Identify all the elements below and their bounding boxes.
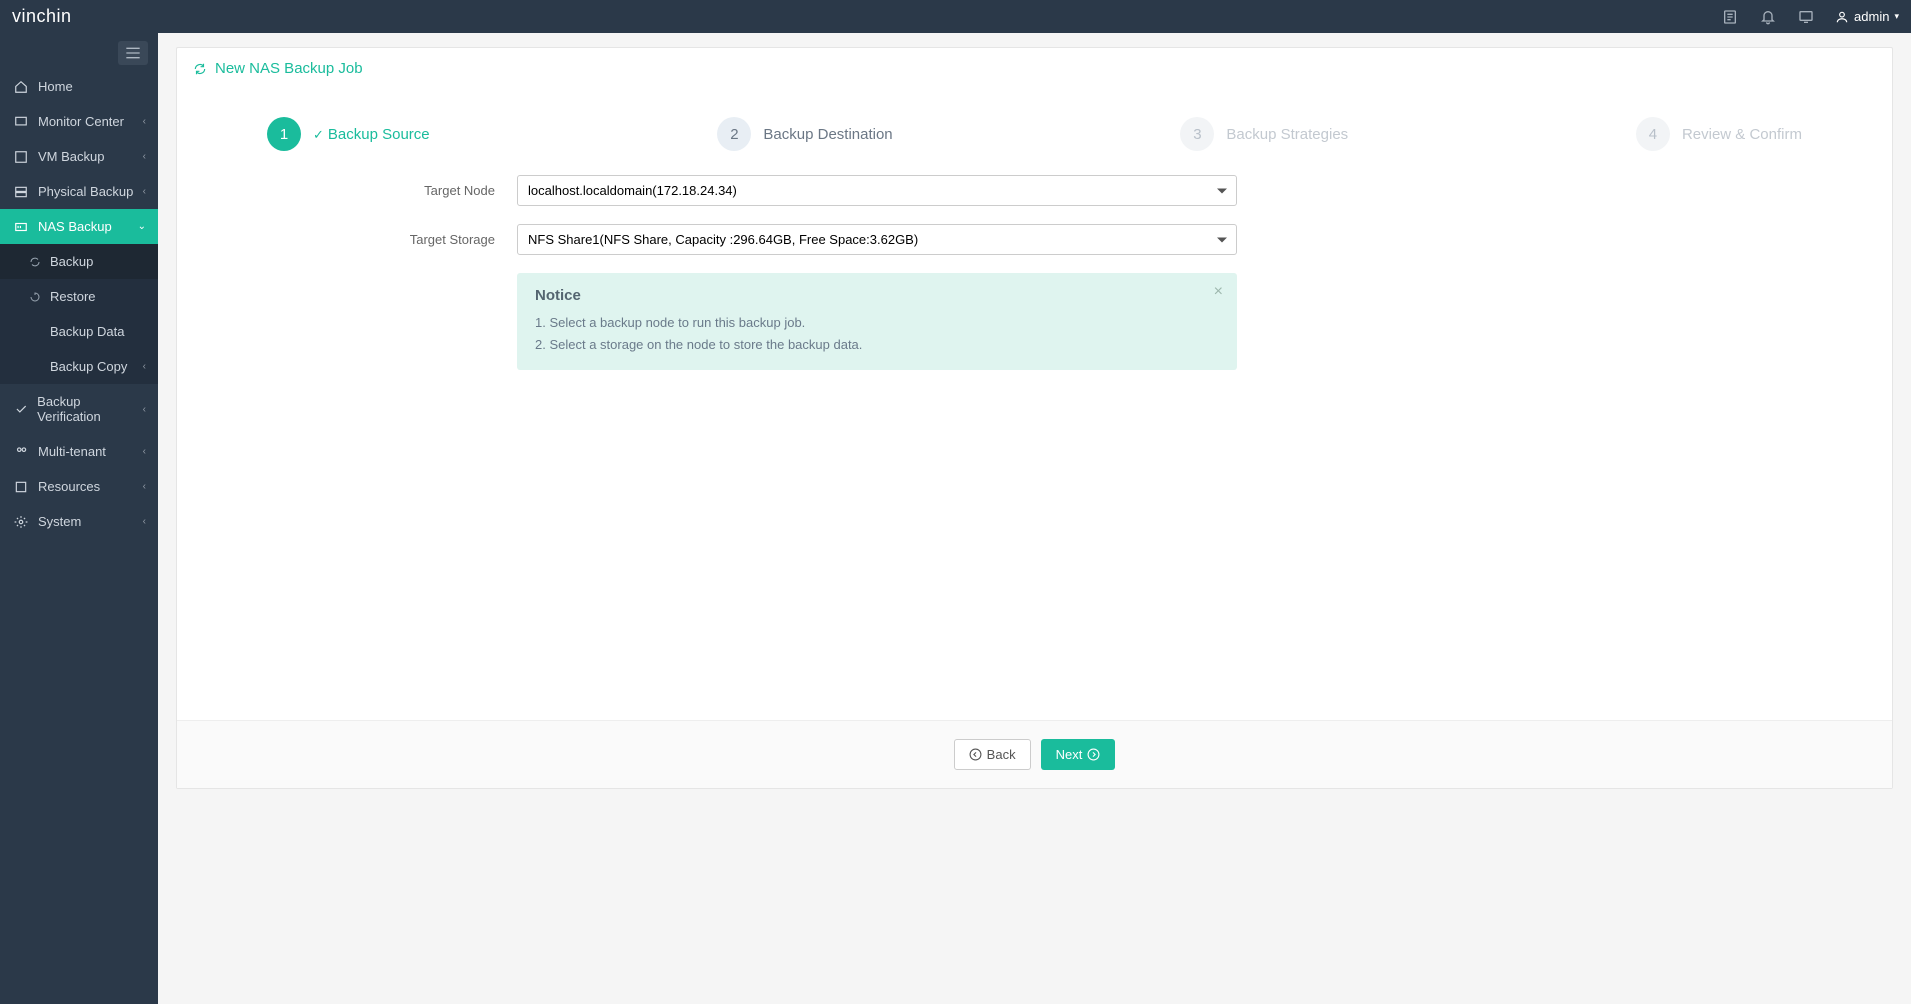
page-title: New NAS Backup Job bbox=[177, 48, 1892, 89]
sidebar-item-label: Monitor Center bbox=[38, 114, 124, 129]
sidebar-item-monitor[interactable]: Monitor Center ‹ bbox=[0, 104, 158, 139]
chevron-left-icon: ‹ bbox=[143, 446, 146, 457]
admin-label: admin bbox=[1854, 9, 1889, 24]
arrow-left-icon bbox=[969, 748, 982, 761]
sidebar-item-label: System bbox=[38, 514, 81, 529]
notice-line: 1. Select a backup node to run this back… bbox=[535, 312, 1219, 334]
target-storage-row: Target Storage NFS Share1(NFS Share, Cap… bbox=[257, 224, 1812, 255]
sidebar-item-label: Backup Verification bbox=[37, 394, 142, 424]
chevron-left-icon: ‹ bbox=[143, 116, 146, 127]
sidebar-item-system[interactable]: System ‹ bbox=[0, 504, 158, 539]
sidebar-item-label: Multi-tenant bbox=[38, 444, 106, 459]
target-storage-select[interactable]: NFS Share1(NFS Share, Capacity :296.64GB… bbox=[517, 224, 1237, 255]
sidebar-item-label: Resources bbox=[38, 479, 100, 494]
sidebar-sub-backup-data[interactable]: Backup Data bbox=[0, 314, 158, 349]
menu-toggle-button[interactable] bbox=[118, 41, 148, 65]
target-node-row: Target Node localhost.localdomain(172.18… bbox=[257, 175, 1812, 206]
user-icon bbox=[1835, 10, 1849, 24]
back-button-label: Back bbox=[987, 747, 1016, 762]
nas-icon bbox=[12, 220, 30, 234]
step-number: 2 bbox=[717, 117, 751, 151]
chevron-left-icon: ‹ bbox=[143, 151, 146, 162]
chevron-down-icon: ▾ bbox=[1894, 11, 1899, 22]
step-label-text: Backup Source bbox=[328, 126, 430, 143]
brand-logo: vinchin bbox=[12, 6, 72, 27]
step-number: 1 bbox=[267, 117, 301, 151]
bell-icon[interactable] bbox=[1759, 8, 1777, 26]
sidebar-item-nas-backup[interactable]: NAS Backup ⌄ bbox=[0, 209, 158, 244]
chevron-left-icon: ‹ bbox=[143, 516, 146, 527]
sidebar: Home Monitor Center ‹ VM Backup ‹ Physic… bbox=[0, 33, 158, 1004]
monitor-center-icon bbox=[12, 115, 30, 129]
refresh-icon bbox=[193, 62, 207, 76]
page-title-text: New NAS Backup Job bbox=[215, 60, 363, 77]
notice-title: Notice bbox=[535, 287, 1219, 304]
sidebar-sub-backup[interactable]: Backup bbox=[0, 244, 158, 279]
sidebar-item-label: VM Backup bbox=[38, 149, 104, 164]
topbar: vinchin admin ▾ bbox=[0, 0, 1911, 33]
next-button[interactable]: Next bbox=[1041, 739, 1116, 770]
notice-line: 2. Select a storage on the node to store… bbox=[535, 334, 1219, 356]
notes-icon[interactable] bbox=[1721, 8, 1739, 26]
arrow-right-icon bbox=[1087, 748, 1100, 761]
back-button[interactable]: Back bbox=[954, 739, 1031, 770]
nas-submenu: Backup Restore Backup Data Backup Copy ‹ bbox=[0, 244, 158, 384]
wizard-panel: New NAS Backup Job 1 ✓ Backup Source 2 Ba… bbox=[176, 47, 1893, 789]
sidebar-item-label: Physical Backup bbox=[38, 184, 133, 199]
refresh-icon bbox=[28, 255, 42, 269]
step-review-confirm[interactable]: 4 Review & Confirm bbox=[1636, 117, 1802, 151]
brand-text: vinchin bbox=[12, 6, 72, 26]
step-backup-destination[interactable]: 2 Backup Destination bbox=[717, 117, 892, 151]
chevron-left-icon: ‹ bbox=[143, 481, 146, 492]
check-icon: ✓ bbox=[313, 127, 324, 142]
verify-icon bbox=[12, 402, 29, 416]
sidebar-item-label: Backup bbox=[50, 254, 93, 269]
sidebar-item-multi-tenant[interactable]: Multi-tenant ‹ bbox=[0, 434, 158, 469]
notice-box: × Notice 1. Select a backup node to run … bbox=[517, 273, 1237, 370]
step-number: 3 bbox=[1180, 117, 1214, 151]
wizard-steps: 1 ✓ Backup Source 2 Backup Destination 3 … bbox=[257, 103, 1812, 175]
next-button-label: Next bbox=[1056, 747, 1083, 762]
step-label-text: Backup Strategies bbox=[1226, 126, 1348, 143]
sidebar-item-label: Backup Data bbox=[50, 324, 124, 339]
chevron-left-icon: ‹ bbox=[143, 361, 146, 372]
topbar-right: admin ▾ bbox=[1721, 8, 1899, 26]
restore-icon bbox=[28, 290, 42, 304]
step-label-text: Review & Confirm bbox=[1682, 126, 1802, 143]
wizard-footer: Back Next bbox=[177, 720, 1892, 788]
target-node-select[interactable]: localhost.localdomain(172.18.24.34) bbox=[517, 175, 1237, 206]
step-label-text: Backup Destination bbox=[763, 126, 892, 143]
home-icon bbox=[12, 80, 30, 94]
sidebar-item-label: Restore bbox=[50, 289, 96, 304]
sidebar-item-vm-backup[interactable]: VM Backup ‹ bbox=[0, 139, 158, 174]
step-backup-strategies[interactable]: 3 Backup Strategies bbox=[1180, 117, 1348, 151]
resources-icon bbox=[12, 480, 30, 494]
sidebar-item-label: Backup Copy bbox=[50, 359, 127, 374]
sidebar-item-physical-backup[interactable]: Physical Backup ‹ bbox=[0, 174, 158, 209]
sidebar-item-label: Home bbox=[38, 79, 73, 94]
sidebar-item-label: NAS Backup bbox=[38, 219, 112, 234]
chevron-left-icon: ‹ bbox=[143, 186, 146, 197]
gear-icon bbox=[12, 515, 30, 529]
sidebar-item-resources[interactable]: Resources ‹ bbox=[0, 469, 158, 504]
target-storage-label: Target Storage bbox=[257, 232, 517, 247]
sidebar-item-backup-verification[interactable]: Backup Verification ‹ bbox=[0, 384, 158, 434]
close-icon[interactable]: × bbox=[1214, 283, 1223, 301]
data-icon bbox=[28, 325, 42, 339]
target-node-label: Target Node bbox=[257, 183, 517, 198]
monitor-icon[interactable] bbox=[1797, 8, 1815, 26]
main-content: New NAS Backup Job 1 ✓ Backup Source 2 Ba… bbox=[158, 33, 1911, 1004]
server-icon bbox=[12, 185, 30, 199]
step-number: 4 bbox=[1636, 117, 1670, 151]
admin-menu[interactable]: admin ▾ bbox=[1835, 9, 1899, 24]
sidebar-item-home[interactable]: Home bbox=[0, 69, 158, 104]
users-icon bbox=[12, 445, 30, 459]
chevron-down-icon: ⌄ bbox=[138, 221, 146, 232]
vm-icon bbox=[12, 150, 30, 164]
copy-icon bbox=[28, 360, 42, 374]
sidebar-sub-backup-copy[interactable]: Backup Copy ‹ bbox=[0, 349, 158, 384]
chevron-left-icon: ‹ bbox=[143, 404, 146, 415]
sidebar-sub-restore[interactable]: Restore bbox=[0, 279, 158, 314]
step-backup-source[interactable]: 1 ✓ Backup Source bbox=[267, 117, 430, 151]
